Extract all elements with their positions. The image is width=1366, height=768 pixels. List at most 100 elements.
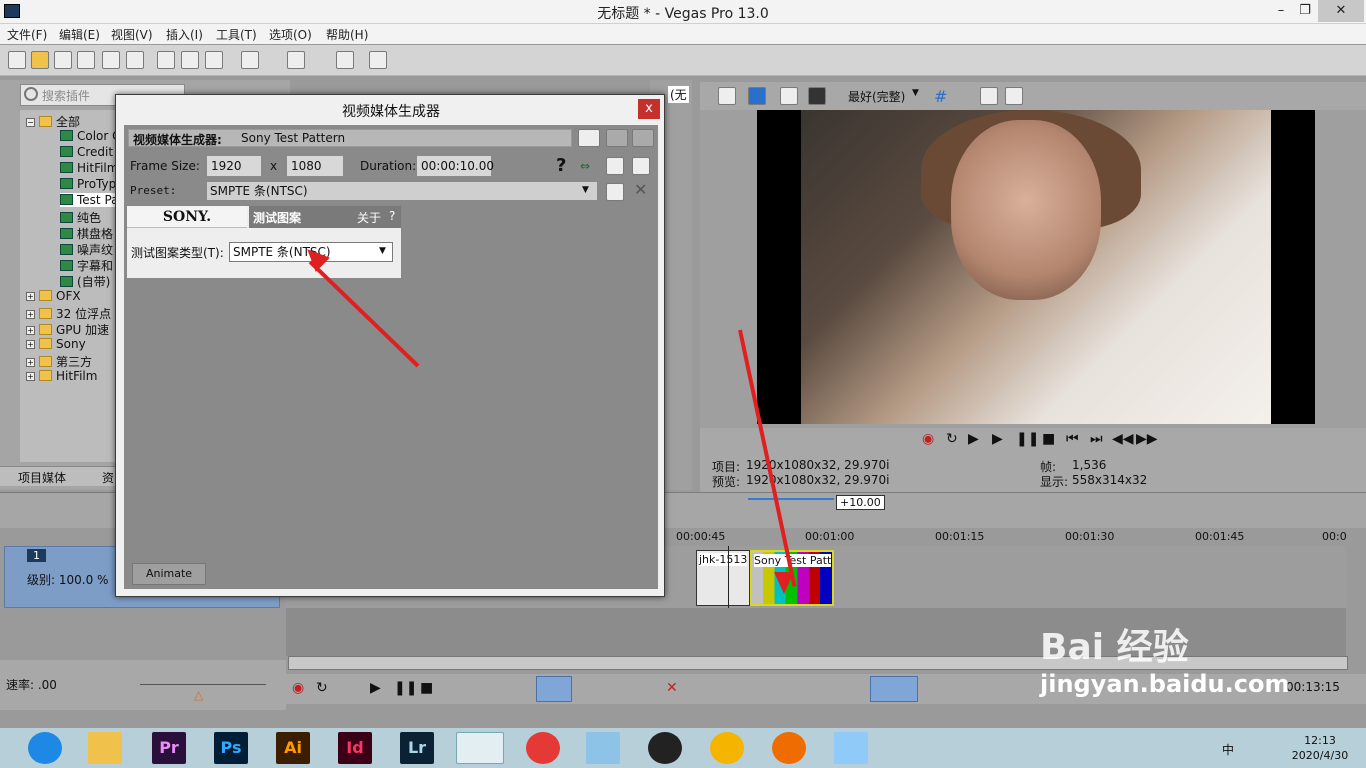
file-explorer-icon[interactable] [88, 732, 122, 764]
tree-node-folder[interactable]: + HitFilm [26, 369, 97, 383]
stop-icon[interactable]: ■ [1042, 431, 1055, 447]
record-icon[interactable]: ◉ [922, 431, 934, 447]
loop-icon[interactable]: ↻ [316, 680, 328, 696]
undo-icon[interactable] [241, 51, 259, 69]
indesign-icon[interactable]: Id [338, 732, 372, 764]
expand-icon[interactable]: + [26, 292, 35, 301]
open-folder-icon[interactable] [31, 51, 49, 69]
paste-icon[interactable] [205, 51, 223, 69]
view-list-icon[interactable] [578, 129, 600, 147]
delete-preset-icon[interactable]: ✕ [634, 180, 647, 199]
tree-node-test-pattern-selected[interactable]: Test Pa [60, 193, 119, 207]
play-from-start-icon[interactable]: ▶ [968, 431, 979, 447]
duration-field[interactable]: 00:00:10.00 [416, 155, 494, 177]
qq-icon[interactable] [648, 732, 682, 764]
animate-button[interactable]: Animate [132, 563, 206, 585]
tree-node-folder[interactable]: + OFX [26, 289, 81, 303]
rate-slider[interactable] [140, 684, 266, 685]
tab-none[interactable]: (无 [668, 86, 689, 103]
preview-properties-icon[interactable] [718, 87, 736, 105]
preset-dropdown[interactable]: SMPTE 条(NTSC) [206, 181, 598, 201]
render-options-icon[interactable] [606, 157, 624, 175]
loop-icon[interactable]: ↻ [946, 431, 958, 447]
chevron-down-icon[interactable]: ▼ [379, 246, 386, 256]
save-snapshot-icon[interactable] [1005, 87, 1023, 105]
tree-node-folder[interactable]: +32 位浮点 [26, 305, 111, 322]
menu-options[interactable]: 选项(O) [269, 26, 312, 43]
normal-edit-tool-icon[interactable] [336, 51, 354, 69]
view-large-icon[interactable] [632, 129, 654, 147]
redo-icon[interactable] [287, 51, 305, 69]
play-icon[interactable]: ▶ [992, 431, 1003, 447]
close-button[interactable]: ✕ [1318, 0, 1364, 22]
scrub-bar[interactable] [748, 498, 834, 500]
tree-node-plugin[interactable]: ProTyp [60, 177, 116, 191]
save-icon[interactable] [54, 51, 72, 69]
stop-icon[interactable]: ■ [420, 680, 433, 696]
app-icon[interactable] [586, 732, 620, 764]
go-to-start-icon[interactable]: ⏮ [1066, 431, 1079, 447]
go-to-end-icon[interactable]: ⏭ [1090, 431, 1103, 447]
chrome-icon[interactable] [710, 732, 744, 764]
play-icon[interactable]: ▶ [370, 680, 381, 696]
tab-project-media[interactable]: 项目媒体 [18, 469, 66, 486]
render-icon[interactable] [102, 51, 120, 69]
premiere-icon[interactable]: Pr [152, 732, 186, 764]
vegas-taskbar-icon[interactable] [456, 732, 504, 764]
help-icon[interactable]: ? [556, 155, 566, 176]
tree-node-plugin[interactable]: 棋盘格 [60, 225, 113, 242]
expand-icon[interactable]: + [26, 358, 35, 367]
split-screen-icon[interactable] [780, 87, 798, 105]
tab-explorer[interactable]: 资 [102, 469, 114, 486]
preview-quality-select[interactable]: 最好(完整) [848, 88, 905, 105]
tree-node-plugin[interactable]: Credit [60, 145, 113, 159]
tree-node-folder[interactable]: + Sony [26, 337, 86, 351]
next-frame-icon[interactable]: ▶▶ [1136, 431, 1158, 447]
record-icon[interactable]: ◉ [292, 680, 304, 696]
menu-help[interactable]: 帮助(H) [326, 26, 368, 43]
browser-icon[interactable] [28, 732, 62, 764]
snapping-button[interactable] [870, 676, 918, 702]
tree-node-plugin[interactable]: (自带) [60, 273, 110, 290]
tree-node-folder[interactable]: + 第三方 [26, 353, 92, 370]
view-grid-icon[interactable] [606, 129, 628, 147]
external-monitor-icon[interactable] [748, 87, 766, 105]
prev-frame-icon[interactable]: ◀◀ [1112, 431, 1134, 447]
about-help-icon[interactable]: ? [389, 209, 395, 223]
pause-icon[interactable]: ❚❚ [1016, 431, 1039, 447]
chevron-down-icon[interactable]: ▼ [912, 88, 919, 98]
system-clock[interactable]: 12:13 2020/4/30 [1290, 733, 1350, 763]
tree-node-all[interactable]: − 全部 [26, 113, 80, 130]
menu-edit[interactable]: 编辑(E) [59, 26, 100, 43]
cut-icon[interactable] [157, 51, 175, 69]
save-as-icon[interactable] [77, 51, 95, 69]
menu-tools[interactable]: 工具(T) [216, 26, 257, 43]
app-icon[interactable] [772, 732, 806, 764]
overlay-icon[interactable] [808, 87, 826, 105]
tree-node-plugin[interactable]: 噪声纹 [60, 241, 113, 258]
illustrator-icon[interactable]: Ai [276, 732, 310, 764]
collapse-icon[interactable]: − [26, 118, 35, 127]
expand-icon[interactable]: + [26, 340, 35, 349]
photoshop-icon[interactable]: Ps [214, 732, 248, 764]
about-link[interactable]: 关于 [357, 209, 381, 226]
rate-marker-icon[interactable]: △ [194, 688, 203, 702]
frame-height-field[interactable]: 1080 [286, 155, 344, 177]
tree-node-plugin[interactable]: Color C [60, 129, 121, 143]
expand-icon[interactable]: + [26, 372, 35, 381]
menu-view[interactable]: 视图(V) [111, 26, 153, 43]
tree-node-plugin[interactable]: 纯色 [60, 209, 101, 226]
frame-width-field[interactable]: 1920 [206, 155, 262, 177]
new-file-icon[interactable] [8, 51, 26, 69]
chevron-down-icon[interactable]: ▼ [582, 185, 592, 195]
clip-jhk[interactable]: jhk-1513 [696, 550, 750, 606]
lightroom-icon[interactable]: Lr [400, 732, 434, 764]
ime-indicator[interactable]: 中 [1222, 741, 1234, 758]
expand-icon[interactable]: + [26, 310, 35, 319]
edit-tool-button[interactable] [536, 676, 572, 702]
tree-node-plugin[interactable]: HitFilm [60, 161, 118, 175]
menu-file[interactable]: 文件(F) [7, 26, 47, 43]
plugin-chain-icon[interactable]: ⇔ [580, 159, 590, 173]
properties-icon[interactable] [126, 51, 144, 69]
dialog-close-button[interactable]: x [638, 99, 660, 119]
